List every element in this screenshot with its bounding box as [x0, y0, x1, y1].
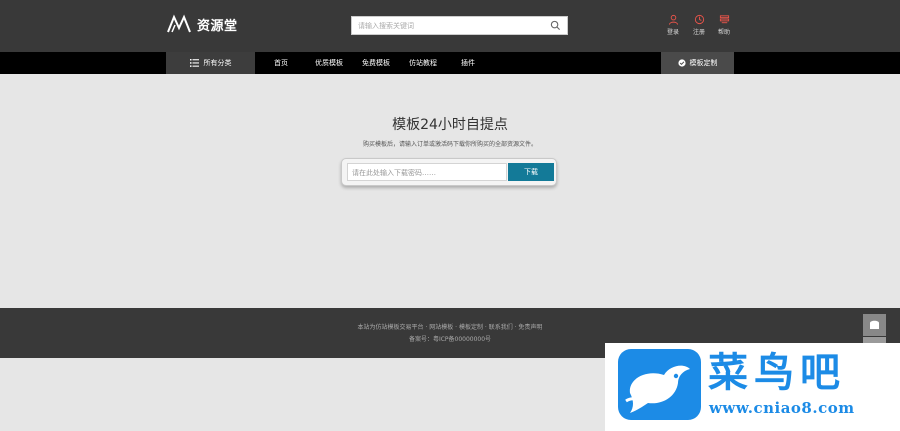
site-header: 资源堂 请输入搜索关键词 登录 注册 帮助: [0, 0, 900, 52]
help-icon: [719, 15, 729, 24]
nav-link-home[interactable]: 首页: [274, 52, 288, 74]
watermark-title: 菜鸟吧: [708, 349, 846, 396]
register-icon: [694, 14, 704, 25]
back-to-top-button[interactable]: [863, 314, 886, 336]
all-categories-button[interactable]: 所有分类: [166, 52, 255, 74]
site-logo[interactable]: 资源堂: [166, 14, 238, 34]
register-action[interactable]: 注册: [688, 14, 710, 38]
login-label: 登录: [666, 29, 679, 36]
download-code-input[interactable]: 请在此处输入下载密码……: [347, 163, 507, 181]
check-circle-icon: [677, 59, 686, 67]
login-action[interactable]: 登录: [662, 14, 684, 38]
help-label: 帮助: [717, 29, 730, 36]
custom-template-label: 模板定制: [689, 59, 718, 67]
search-placeholder: 请输入搜索关键词: [358, 22, 414, 30]
search-input[interactable]: 请输入搜索关键词: [351, 16, 568, 35]
download-code-placeholder: 请在此处输入下载密码……: [352, 169, 436, 177]
logo-text: 资源堂: [197, 18, 238, 34]
footer-links[interactable]: 本站为仿站模板交易平台 · 网站模板 · 模板定制 · 联系我们 · 免责声明: [0, 322, 900, 331]
nav-link-free[interactable]: 免费模板: [362, 52, 390, 74]
bird-logo-icon: [625, 365, 690, 413]
page-subtitle: 购买模板后，请输入订单或激活码下载你所购买的全部资源文件。: [362, 141, 537, 148]
main-nav: 所有分类 首页 优质模板 免费模板 仿站教程 插件 模板定制: [0, 52, 900, 74]
menu-icon: [189, 59, 199, 67]
nav-link-tutorial[interactable]: 仿站教程: [409, 52, 437, 74]
download-form: 请在此处输入下载密码…… 下载: [341, 158, 557, 186]
nav-link-premium[interactable]: 优质模板: [315, 52, 343, 74]
nav-link-plugins[interactable]: 插件: [461, 52, 475, 74]
search-icon[interactable]: [550, 20, 561, 31]
custom-template-button[interactable]: 模板定制: [661, 52, 734, 74]
help-action[interactable]: 帮助: [713, 14, 735, 38]
download-button[interactable]: 下载: [508, 163, 554, 181]
watermark: 菜鸟吧 www.cniao8.com: [605, 343, 900, 431]
logo-mark-icon: [167, 14, 191, 33]
watermark-logo: [618, 349, 701, 420]
register-label: 注册: [692, 29, 705, 36]
user-icon: [668, 14, 678, 25]
chat-icon: [870, 320, 879, 329]
all-categories-label: 所有分类: [203, 59, 232, 67]
footer-icp: 备案号：粤ICP备00000000号: [408, 336, 492, 343]
watermark-url: www.cniao8.com: [709, 399, 855, 417]
page-title: 模板24小时自提点: [392, 117, 508, 133]
